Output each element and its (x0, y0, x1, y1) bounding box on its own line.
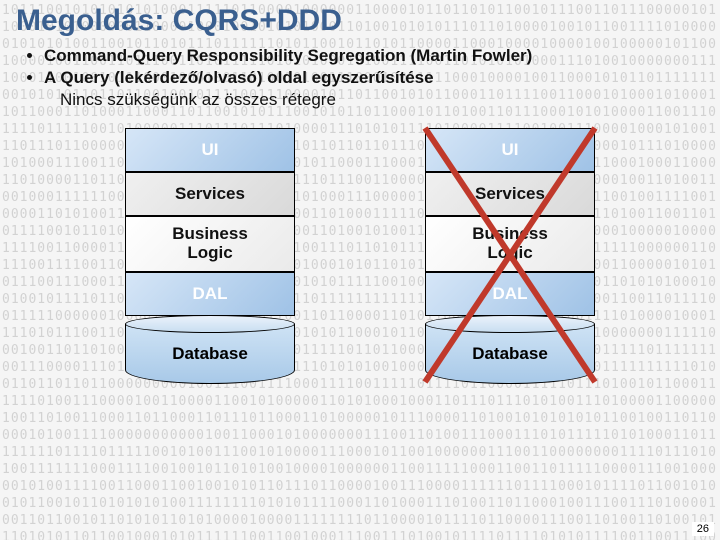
layer-ui: UI (125, 128, 295, 172)
slide-title: Megoldás: CQRS+DDD (16, 4, 704, 38)
layer-services: Services (125, 172, 295, 216)
layer-dal: DAL (125, 272, 295, 316)
sub-bullet: Nincs szükségünk az összes rétegre (60, 90, 704, 110)
cylinder-top (425, 315, 595, 333)
bullet-item: A Query (lekérdező/olvasó) oldal egyszer… (44, 68, 704, 88)
layer-database: Database (125, 324, 295, 384)
layer-services: Services (425, 172, 595, 216)
stack-left: UI Services Business Logic DAL Database (125, 128, 295, 384)
layer-label: Logic (487, 244, 532, 263)
layer-label: Business (472, 225, 548, 244)
layer-business-logic: Business Logic (125, 216, 295, 272)
layer-dal: DAL (425, 272, 595, 316)
architecture-stacks: UI Services Business Logic DAL Database … (16, 128, 704, 384)
slide-content: Megoldás: CQRS+DDD Command-Query Respons… (0, 0, 720, 384)
layer-label: Logic (187, 244, 232, 263)
layer-label: Database (472, 344, 548, 364)
layer-ui: UI (425, 128, 595, 172)
layer-label: Business (172, 225, 248, 244)
bullet-item: Command-Query Responsibility Segregation… (44, 46, 704, 66)
layer-label: Database (172, 344, 248, 364)
page-number: 26 (692, 522, 714, 536)
layer-business-logic: Business Logic (425, 216, 595, 272)
bullet-list: Command-Query Responsibility Segregation… (44, 46, 704, 88)
stack-right: UI Services Business Logic DAL Database (425, 128, 595, 384)
layer-database: Database (425, 324, 595, 384)
cylinder-top (125, 315, 295, 333)
